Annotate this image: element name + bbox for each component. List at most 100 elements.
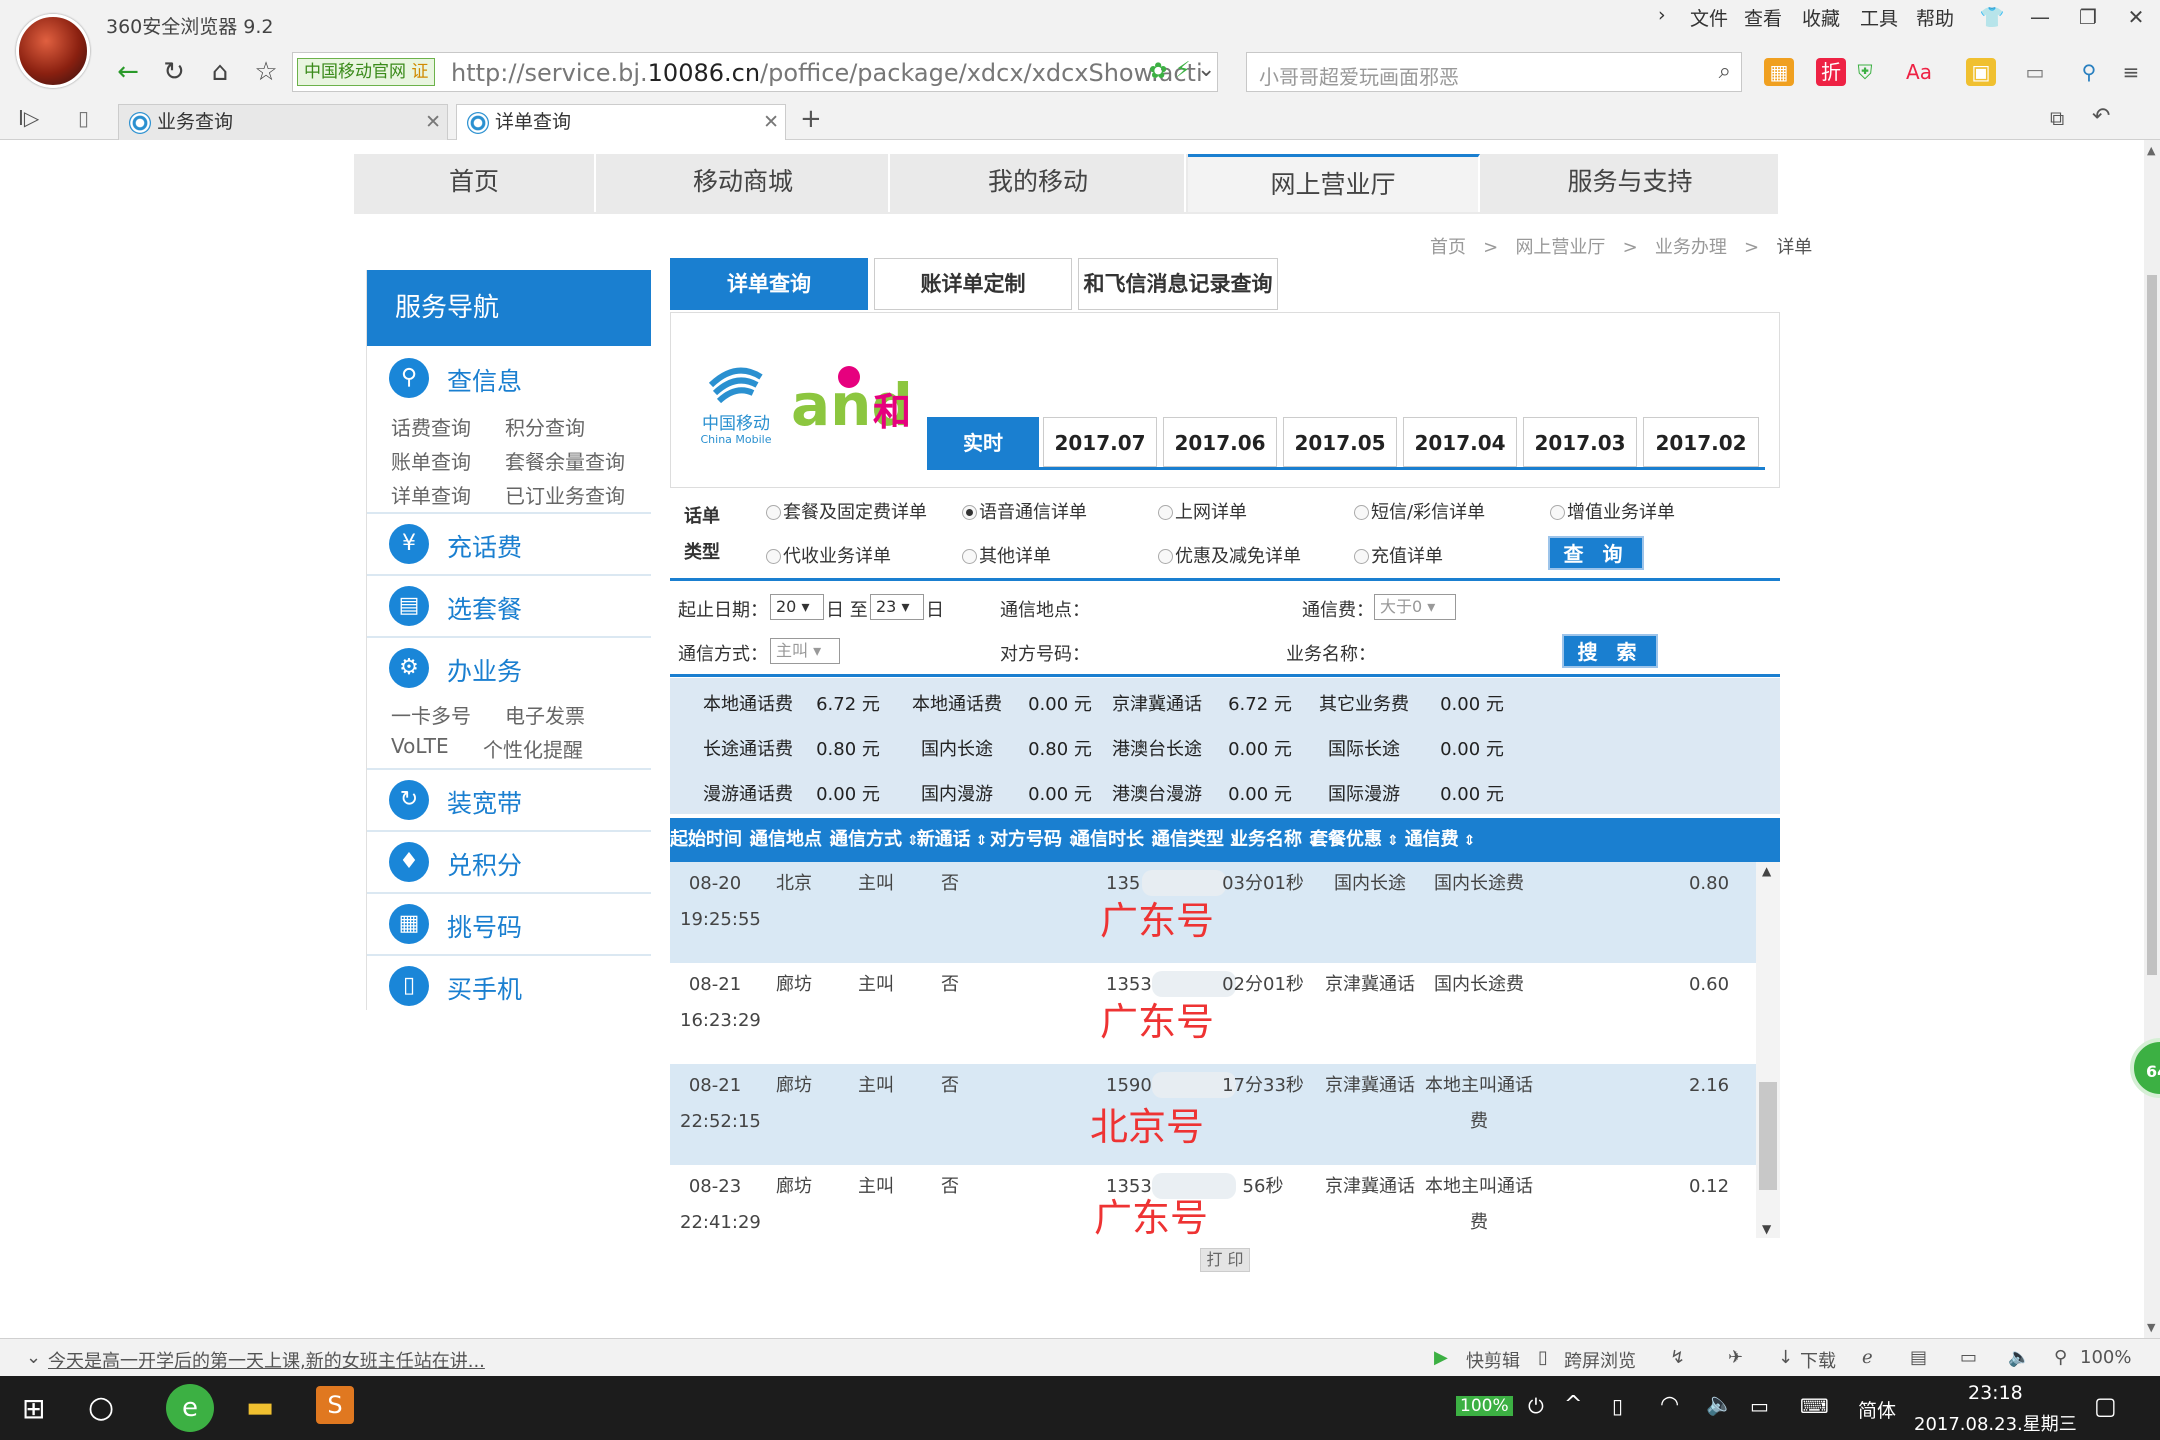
menu-help[interactable]: 帮助: [1916, 4, 1954, 31]
tab-close-icon[interactable]: ✕: [425, 105, 441, 139]
screenshot-icon[interactable]: ▭: [2020, 58, 2050, 86]
zoom-level[interactable]: 100%: [2080, 1347, 2131, 1368]
link-balance-query[interactable]: 套餐余量查询: [505, 446, 625, 475]
sidebar-title-info[interactable]: 查信息: [447, 362, 522, 398]
column-header[interactable]: 新通话 ⇕: [914, 818, 990, 862]
sort-icon[interactable]: ⇕: [1459, 833, 1476, 849]
translate-icon[interactable]: Aa: [1904, 58, 1934, 86]
news-chevron-icon[interactable]: ⌄: [26, 1347, 41, 1368]
column-header[interactable]: 通信类型 ⇕: [1152, 818, 1241, 862]
zoom-icon[interactable]: ⚲: [2054, 1347, 2067, 1368]
wifi-icon[interactable]: ◠: [1660, 1392, 1679, 1417]
column-header[interactable]: 套餐优惠 ⇕: [1310, 818, 1399, 862]
breadcrumb-online-hall[interactable]: 网上营业厅: [1515, 237, 1605, 258]
phone-sync-icon[interactable]: ▯: [78, 106, 89, 130]
table-row[interactable]: 08-21 22:52:15 廊坊 主叫否 1590 17分33秒 京津冀通话 本地主叫通话费…: [670, 1064, 1756, 1165]
link-volte[interactable]: VoLTE: [391, 734, 449, 758]
apps-icon[interactable]: ▦: [1764, 58, 1794, 86]
tab-detail-query[interactable]: 详单查询 ✕: [456, 104, 786, 140]
column-header[interactable]: 通信时长 ⇕: [1072, 818, 1161, 862]
table-row[interactable]: 08-23 22:41:29 廊坊 主叫否 1353 56秒 京津冀通话 本地主叫通话费 0.1…: [670, 1165, 1756, 1238]
scroll-up-icon[interactable]: ▲: [2147, 144, 2155, 157]
topnav-online-hall[interactable]: 网上营业厅: [1188, 154, 1480, 212]
month-2017-03[interactable]: 2017.03: [1523, 417, 1637, 467]
cortana-icon[interactable]: ○: [88, 1390, 114, 1425]
notification-icon[interactable]: ▢: [2094, 1392, 2117, 1420]
search-button[interactable]: 搜 索: [1562, 634, 1658, 668]
column-header[interactable]: 起始时间 ⇕: [670, 818, 759, 862]
scroll-up-icon[interactable]: ▲: [1762, 864, 1771, 878]
radio-discount[interactable]: 优惠及减免详单: [1158, 542, 1301, 568]
notes-icon[interactable]: ▤: [1910, 1347, 1927, 1368]
battery-icon[interactable]: ▭: [1750, 1394, 1769, 1418]
sidebar-section-points[interactable]: ♦ 兑积分: [367, 832, 651, 894]
link-subscribed-query[interactable]: 已订业务查询: [505, 480, 625, 509]
minimize-icon[interactable]: —: [2016, 0, 2064, 34]
speed-icon[interactable]: ✿: [1149, 59, 1167, 84]
clip-icon[interactable]: ▶: [1434, 1347, 1448, 1368]
column-header[interactable]: 通信方式 ⇕: [830, 818, 919, 862]
discount-icon[interactable]: 折: [1816, 58, 1846, 86]
link-bill-query[interactable]: 账单查询: [391, 446, 471, 475]
tab-business-query[interactable]: 业务查询 ✕: [118, 104, 448, 140]
link-reminder[interactable]: 个性化提醒: [483, 734, 583, 763]
ime-indicator[interactable]: 简体: [1858, 1396, 1896, 1423]
tab-list-icon[interactable]: ⧉: [2050, 106, 2064, 130]
sidebar-section-number[interactable]: ▦ 挑号码: [367, 894, 651, 956]
window-icon[interactable]: ▭: [1960, 1347, 1977, 1368]
page-scrollbar[interactable]: ▲ ▼: [2144, 140, 2160, 1338]
month-2017-06[interactable]: 2017.06: [1163, 417, 1277, 467]
breadcrumb-home[interactable]: 首页: [1430, 237, 1466, 258]
link-fee-query[interactable]: 话费查询: [391, 412, 471, 441]
url-text[interactable]: http://service.bj.10086.cn/poffice/packa…: [451, 59, 1203, 87]
table-row[interactable]: 08-21 16:23:29 廊坊 主叫否 1353 02分01秒 京津冀通话 国内长途费 0.…: [670, 963, 1756, 1064]
pin-icon[interactable]: ✈: [1728, 1347, 1743, 1368]
sound-icon[interactable]: 🔈: [2008, 1347, 2030, 1368]
search-icon[interactable]: ⌕: [1719, 59, 1731, 84]
gift-icon[interactable]: ▣: [1966, 58, 1996, 86]
volume-icon[interactable]: 🔈: [1706, 1392, 1733, 1417]
scroll-down-icon[interactable]: ▼: [1762, 1222, 1771, 1236]
breadcrumb-business[interactable]: 业务办理: [1655, 237, 1727, 258]
keyboard-icon[interactable]: ⌨: [1800, 1394, 1829, 1418]
from-day-select[interactable]: 20 ▾: [770, 594, 824, 620]
zoom-icon[interactable]: ⚲: [2074, 58, 2104, 86]
tab-detail-query[interactable]: 详单查询: [670, 258, 868, 310]
radio-package-fixed[interactable]: 套餐及固定费详单: [766, 498, 927, 524]
radio-value-added[interactable]: 增值业务详单: [1550, 498, 1675, 524]
link-e-invoice[interactable]: 电子发票: [505, 700, 585, 729]
browser-360-icon[interactable]: e: [166, 1384, 214, 1432]
print-button[interactable]: 打 印: [1200, 1248, 1250, 1272]
page-scroll-thumb[interactable]: [2147, 275, 2157, 975]
fee-select[interactable]: 大于0 ▾: [1374, 594, 1456, 620]
tab-close-icon[interactable]: ✕: [763, 105, 779, 139]
shirt-icon[interactable]: 👕: [1968, 0, 2016, 34]
lightning-icon[interactable]: ⚡: [1175, 58, 1190, 83]
sidebar-toggle-icon[interactable]: I▷: [18, 106, 39, 130]
quick-clip[interactable]: 快剪辑: [1466, 1347, 1520, 1373]
home-icon[interactable]: ⌂: [200, 54, 240, 90]
accelerate-icon[interactable]: ↯: [1670, 1347, 1685, 1368]
search-box[interactable]: 小哥哥超爱玩画面邪恶 ⌕: [1246, 52, 1742, 92]
month-2017-02[interactable]: 2017.02: [1643, 417, 1759, 467]
link-detail-query[interactable]: 详单查询: [391, 480, 471, 509]
month-realtime[interactable]: 实时: [927, 417, 1039, 467]
battery-percent[interactable]: 100%: [1456, 1396, 1513, 1416]
radio-voice[interactable]: 语音通信详单: [962, 498, 1087, 524]
power-icon[interactable]: ⏻: [1528, 1394, 1544, 1418]
sublime-icon[interactable]: S: [316, 1386, 354, 1424]
usb-icon[interactable]: ▯: [1612, 1394, 1623, 1418]
explorer-icon[interactable]: ▬: [246, 1390, 274, 1425]
menu-tools[interactable]: 工具: [1860, 4, 1898, 31]
windows-start-icon[interactable]: ⊞: [22, 1392, 45, 1425]
to-day-select[interactable]: 23 ▾: [870, 594, 924, 620]
chevron-up-icon[interactable]: ^: [1564, 1392, 1582, 1417]
sidebar-section-plan[interactable]: ▤ 选套餐: [367, 576, 651, 638]
radio-sms-mms[interactable]: 短信/彩信详单: [1354, 498, 1485, 524]
month-2017-07[interactable]: 2017.07: [1043, 417, 1157, 467]
search-input[interactable]: 小哥哥超爱玩画面邪恶: [1259, 61, 1459, 90]
clock-date[interactable]: 2017.08.23.星期三: [1914, 1410, 2077, 1436]
download[interactable]: 下载: [1800, 1347, 1836, 1373]
column-header[interactable]: 通信地点 ⇕: [750, 818, 839, 862]
refresh-icon[interactable]: ↻: [154, 54, 194, 90]
